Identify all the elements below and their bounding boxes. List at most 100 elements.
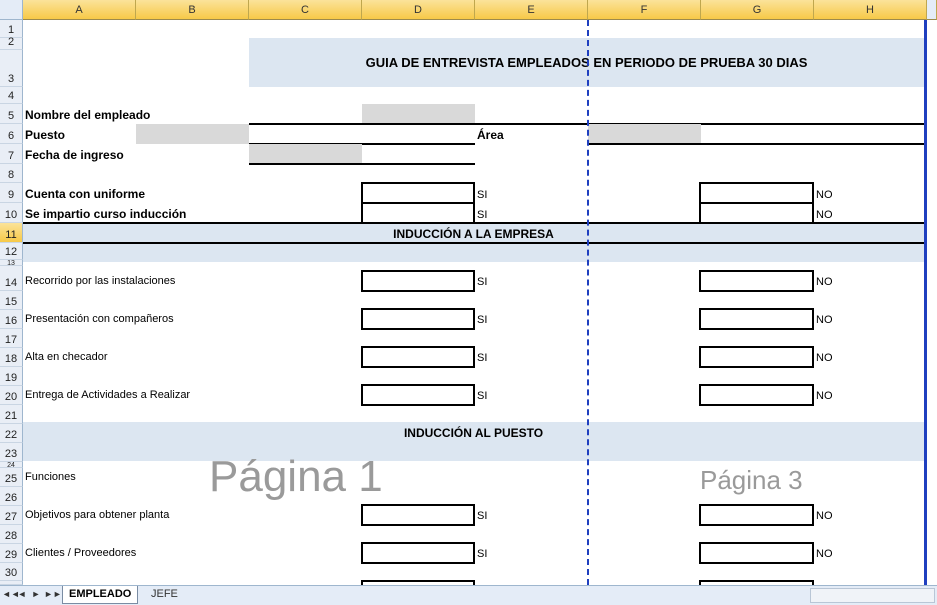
column-header-c[interactable]: C: [249, 0, 362, 20]
divider-line: [249, 163, 475, 165]
column-header-g[interactable]: G: [701, 0, 814, 20]
induction-course-label: Se impartio curso inducción: [25, 207, 187, 221]
no-label: NO: [816, 276, 833, 288]
company-item-1: Recorrido por las instalaciones: [25, 275, 176, 287]
job-item-2: Objetivos para obtener planta: [25, 509, 170, 521]
column-header-e[interactable]: E: [475, 0, 588, 20]
sheet-tab-bar: ◄◄ ◄ ► ►► EMPLEADO JEFE: [0, 585, 937, 605]
row-header-15[interactable]: 15: [0, 291, 23, 310]
row-header-10[interactable]: 10: [0, 203, 23, 223]
divider-line: [588, 143, 926, 145]
area-label: Área: [477, 128, 504, 142]
no-label: NO: [816, 314, 833, 326]
column-header-a[interactable]: A: [23, 0, 136, 20]
row-header-19[interactable]: 19: [0, 367, 23, 386]
row-header-23[interactable]: 23: [0, 443, 23, 462]
row-header-29[interactable]: 29: [0, 544, 23, 563]
page-watermark-1: Página 1: [209, 452, 383, 501]
no-label: NO: [816, 189, 833, 201]
section-title-company: INDUCCIÓN A LA EMPRESA: [393, 227, 554, 241]
employee-name-field[interactable]: [362, 104, 475, 124]
company-item-2-no[interactable]: [699, 308, 814, 330]
yes-label: SI: [477, 548, 488, 560]
company-item-1-no[interactable]: [699, 270, 814, 292]
row-header-3[interactable]: 3: [0, 50, 23, 87]
uniform-no-checkbox[interactable]: [699, 182, 814, 204]
row-header-5[interactable]: 5: [0, 104, 23, 124]
yes-label: SI: [477, 510, 488, 522]
job-item-2-yes[interactable]: [361, 504, 475, 526]
company-item-2: Presentación con compañeros: [25, 313, 174, 325]
no-label: NO: [816, 352, 833, 364]
area-field[interactable]: [588, 124, 701, 144]
row-header-18[interactable]: 18: [0, 348, 23, 367]
company-item-3-yes[interactable]: [361, 346, 475, 368]
row-header-11[interactable]: 11: [0, 223, 23, 243]
company-item-3-no[interactable]: [699, 346, 814, 368]
no-label: NO: [816, 390, 833, 402]
row-header-7[interactable]: 7: [0, 144, 23, 164]
company-item-4: Entrega de Actividades a Realizar: [25, 389, 191, 401]
row-header-2[interactable]: 2: [0, 36, 23, 50]
row-header-4[interactable]: 4: [0, 87, 23, 104]
row-header-17[interactable]: 17: [0, 329, 23, 348]
last-sheet-nav-icon[interactable]: ►►: [44, 589, 62, 599]
yes-label: SI: [477, 276, 488, 288]
company-item-2-yes[interactable]: [361, 308, 475, 330]
section-band-company-lower: [23, 244, 924, 262]
prev-sheet-nav-icon[interactable]: ◄: [16, 589, 28, 599]
row-header-28[interactable]: 28: [0, 525, 23, 544]
no-label: NO: [816, 510, 833, 522]
select-all-corner[interactable]: [0, 0, 23, 20]
job-item-3: Clientes / Proveedores: [25, 547, 137, 559]
row-header-26[interactable]: 26: [0, 487, 23, 506]
row-header-16[interactable]: 16: [0, 310, 23, 329]
row-header-30[interactable]: 30: [0, 563, 23, 581]
horizontal-scrollbar[interactable]: [810, 588, 935, 603]
employee-name-label: Nombre del empleado: [25, 108, 151, 122]
next-sheet-nav-icon[interactable]: ►: [30, 589, 42, 599]
tab-empleado[interactable]: EMPLEADO: [62, 586, 139, 604]
row-header-27[interactable]: 27: [0, 506, 23, 525]
company-item-4-yes[interactable]: [361, 384, 475, 406]
row-header-8[interactable]: 8: [0, 164, 23, 183]
row-header-9[interactable]: 9: [0, 183, 23, 203]
row-header-20[interactable]: 20: [0, 386, 23, 405]
row-header-12[interactable]: 12: [0, 243, 23, 260]
row-header-14[interactable]: 14: [0, 266, 23, 291]
row-header-22[interactable]: 22: [0, 424, 23, 443]
yes-label: SI: [477, 314, 488, 326]
induction-no-checkbox[interactable]: [699, 202, 814, 224]
position-field[interactable]: [136, 124, 249, 144]
uniform-yes-checkbox[interactable]: [361, 182, 475, 204]
row-header-25[interactable]: 25: [0, 468, 23, 487]
column-header-f[interactable]: F: [588, 0, 701, 20]
yes-label: SI: [477, 352, 488, 364]
yes-label: SI: [477, 390, 488, 402]
print-area-edge: [924, 20, 927, 585]
column-header-extra: [927, 0, 937, 20]
yes-label: SI: [477, 209, 488, 221]
company-item-4-no[interactable]: [699, 384, 814, 406]
no-label: NO: [816, 548, 833, 560]
no-label: NO: [816, 209, 833, 221]
start-date-label: Fecha de ingreso: [25, 148, 124, 162]
job-item-3-no[interactable]: [699, 542, 814, 564]
job-item-2-no[interactable]: [699, 504, 814, 526]
column-header-h[interactable]: H: [814, 0, 927, 20]
page-watermark-3: Página 3: [700, 465, 803, 495]
first-sheet-nav-icon[interactable]: ◄◄: [2, 589, 20, 599]
induction-yes-checkbox[interactable]: [361, 202, 475, 224]
row-header-21[interactable]: 21: [0, 405, 23, 424]
job-item-3-yes[interactable]: [361, 542, 475, 564]
tab-jefe[interactable]: JEFE: [145, 586, 184, 604]
start-date-field[interactable]: [249, 144, 362, 164]
company-item-3: Alta en checador: [25, 351, 108, 363]
row-header-6[interactable]: 6: [0, 124, 23, 144]
company-item-1-yes[interactable]: [361, 270, 475, 292]
job-item-1: Funciones: [25, 471, 76, 483]
column-header-d[interactable]: D: [362, 0, 475, 20]
yes-label: SI: [477, 189, 488, 201]
position-label: Puesto: [25, 128, 66, 142]
column-header-b[interactable]: B: [136, 0, 249, 20]
